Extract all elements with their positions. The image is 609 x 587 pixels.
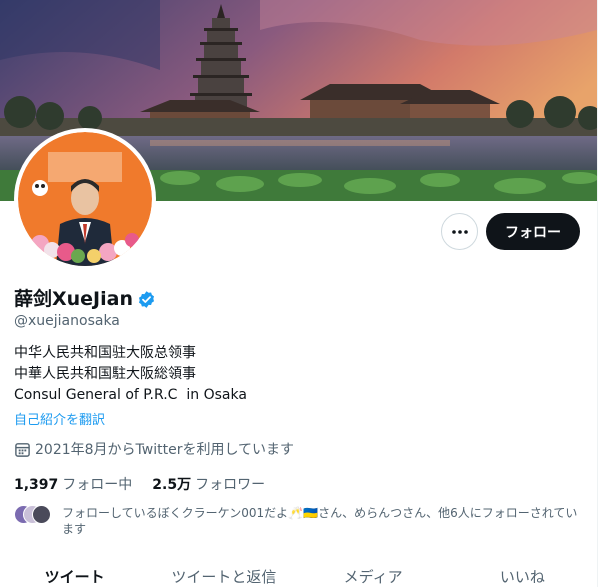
profile-name-row: 薛剑XueJian: [14, 288, 156, 310]
profile-avatar[interactable]: [14, 128, 156, 270]
profile-tabs: ツイート ツイートと返信 メディア いいね: [0, 562, 597, 587]
more-options-button[interactable]: [441, 213, 478, 250]
bio-line: 中華人民共和国駐大阪総領事: [14, 366, 196, 382]
avatar: [32, 505, 51, 524]
translate-bio-link[interactable]: 自己紹介を翻訳: [14, 409, 105, 428]
joined-date: 2021年8月からTwitterを利用しています: [14, 439, 294, 459]
display-name: 薛剑XueJian: [14, 288, 133, 310]
following-label: フォロー中: [62, 477, 133, 493]
followers-you-know[interactable]: フォローしているぼくクラーケン001だよ🥂🇺🇦さん、めらんつさん、他6人にフォロ…: [14, 505, 584, 537]
following-count: 1,397: [14, 477, 59, 493]
followers-count: 2.5万: [152, 477, 192, 493]
tab-tweets-and-replies[interactable]: ツイートと返信: [149, 562, 298, 587]
following-link[interactable]: 1,397 フォロー中: [14, 474, 132, 494]
calendar-icon: [15, 442, 30, 457]
bio-line: Consul General of P.R.C in Osaka: [14, 387, 247, 403]
joined-text: 2021年8月からTwitterを利用しています: [35, 442, 295, 458]
tab-likes[interactable]: いいね: [448, 562, 597, 587]
followers-label: フォロワー: [195, 477, 266, 493]
profile-stats: 1,397 フォロー中 2.5万 フォロワー: [14, 474, 285, 494]
followers-link[interactable]: 2.5万 フォロワー: [152, 474, 265, 494]
verified-badge-icon[interactable]: [137, 290, 156, 309]
mutual-avatars: [14, 505, 54, 525]
scrollbar[interactable]: [597, 0, 609, 587]
profile-handle: @xuejianosaka: [14, 313, 120, 329]
tab-tweets[interactable]: ツイート: [0, 562, 149, 587]
more-horizontal-icon: [451, 229, 468, 234]
followed-by-text: フォローしているぼくクラーケン001だよ🥂🇺🇦さん、めらんつさん、他6人にフォロ…: [62, 506, 578, 536]
profile-bio: 中华人民共和国驻大阪总领事 中華人民共和国駐大阪総領事 Consul Gener…: [14, 343, 247, 406]
tab-media[interactable]: メディア: [299, 562, 448, 587]
profile-page: フォロー 薛剑XueJian @xuejianosaka 中华人民共和国驻大阪总…: [0, 0, 609, 587]
bio-line: 中华人民共和国驻大阪总领事: [14, 345, 196, 361]
follow-button[interactable]: フォロー: [486, 213, 580, 250]
